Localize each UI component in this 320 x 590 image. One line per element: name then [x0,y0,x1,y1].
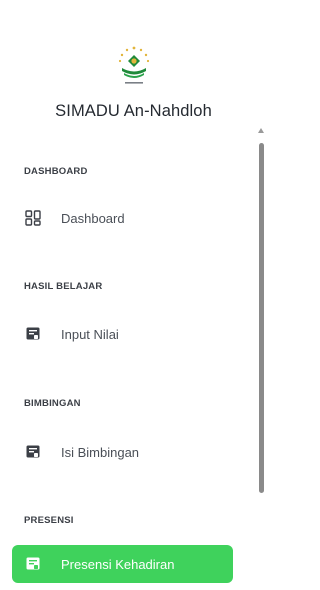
document-icon [24,443,42,461]
section-title-hasil-belajar: HASIL BELAJAR [24,281,103,292]
section-title-bimbingan: BIMBINGAN [24,398,81,409]
document-icon [24,555,42,573]
sidebar-item-label: Dashboard [61,210,125,226]
sidebar-item-label: Presensi Kehadiran [61,556,175,572]
section-title-presensi: PRESENSI [24,515,74,526]
app-title: SIMADU An-Nahdloh [55,102,212,120]
school-logo[interactable] [112,44,156,88]
sidebar-item-label: Input Nilai [61,326,119,342]
logo-emblem-icon [118,46,149,84]
sidebar-item-dashboard[interactable]: Dashboard [12,199,233,237]
sidebar-item-input-nilai[interactable]: Input Nilai [12,315,233,353]
sidebar-item-label: Isi Bimbingan [61,444,140,460]
sidebar-item-isi-bimbingan[interactable]: Isi Bimbingan [12,433,233,471]
section-title-dashboard: DASHBOARD [24,166,88,177]
sidebar-brand: SIMADU An-Nahdloh [0,44,267,121]
scrollbar-thumb[interactable] [259,143,264,493]
scroll-up-arrow-icon[interactable] [258,128,264,133]
sidebar-item-presensi-kehadiran[interactable]: Presensi Kehadiran [12,545,233,583]
dashboard-grid-icon [24,209,42,227]
document-icon [24,325,42,343]
